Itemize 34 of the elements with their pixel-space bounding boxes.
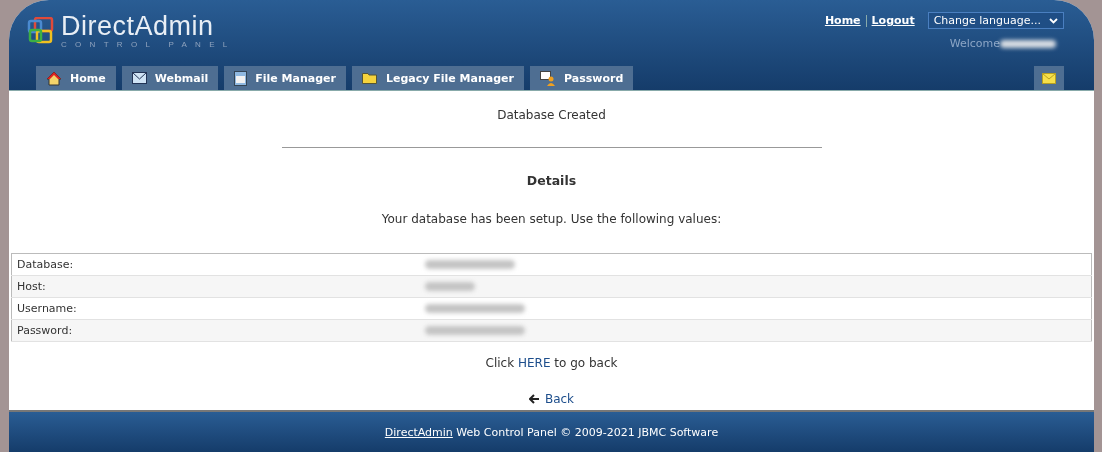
chevron-icon — [1049, 17, 1058, 24]
folder-icon — [361, 72, 378, 84]
envelope-icon — [131, 72, 147, 84]
language-select[interactable]: Change language... — [927, 12, 1064, 29]
header-link[interactable]: Home — [824, 14, 861, 27]
row-label: Username: — [17, 302, 77, 315]
logo-name: DirectAdmin — [61, 12, 215, 40]
nav-tab[interactable]: File Manager — [224, 66, 346, 90]
left-arrow-icon — [528, 394, 540, 404]
envelope-icon — [1042, 72, 1056, 84]
here-link[interactable]: HERE — [517, 356, 551, 370]
footer-link[interactable]: DirectAdmin — [384, 425, 453, 439]
house-icon — [46, 70, 62, 86]
row-label: Host: — [17, 280, 46, 293]
nav-tab[interactable]: Legacy File Manager — [351, 66, 524, 90]
file-cabinet-icon — [234, 70, 248, 86]
header-link[interactable]: Logout — [871, 14, 915, 27]
redacted-username — [1000, 39, 1056, 48]
messages-button[interactable] — [1034, 66, 1064, 90]
redacted-value — [425, 282, 475, 291]
message-text: Your database has been setup. Use the following values: — [381, 212, 722, 226]
footer-text: DirectAdmin Web Control Panel © 2009-2021 JBMC Software — [384, 425, 719, 439]
logo-subtitle: CONTROL PANEL — [61, 40, 236, 49]
welcome-text: Welcome — [949, 37, 1000, 50]
page-title: Database Created — [497, 108, 606, 122]
logo-icon — [27, 16, 55, 45]
section-heading: Details — [526, 173, 577, 188]
nav-tab[interactable]: Password — [529, 66, 634, 90]
back-prompt: Click HERE to go back — [485, 356, 618, 370]
row-label: Database: — [17, 258, 74, 271]
back-link[interactable]: Back — [528, 392, 575, 406]
row-label: Password: — [17, 324, 73, 337]
nav-tab[interactable]: Home — [36, 66, 116, 90]
nav-tab[interactable]: Webmail — [121, 66, 219, 90]
